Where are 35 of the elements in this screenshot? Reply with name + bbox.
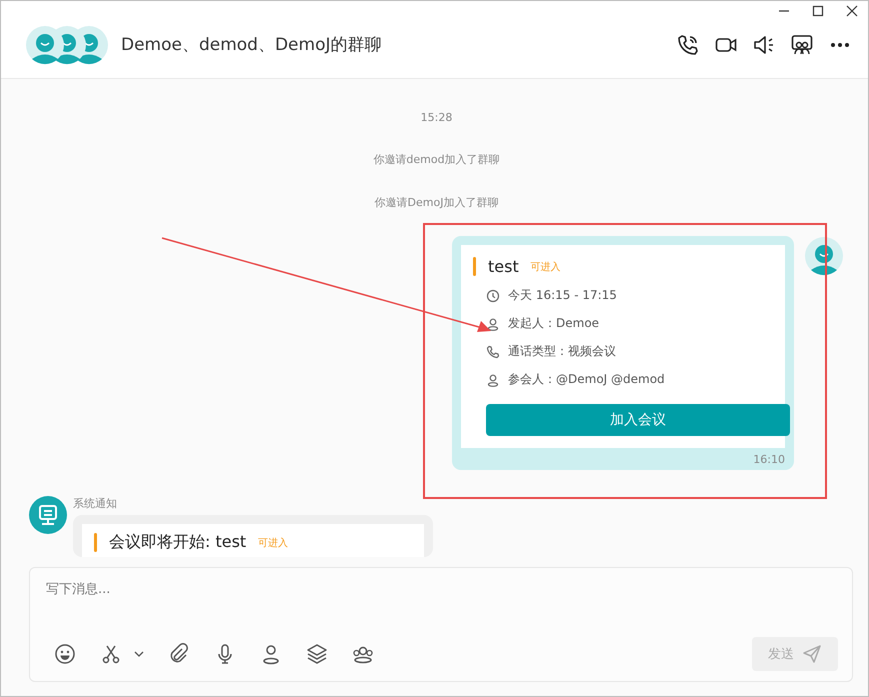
person-icon [486, 316, 500, 330]
system-message: 你邀请DemoJ加入了群聊 [374, 195, 498, 210]
meeting-detail: 通话类型：视频会议 [508, 343, 616, 360]
emoji-icon[interactable] [54, 643, 76, 665]
meeting-status: 可进入 [530, 260, 561, 274]
message-field[interactable]: 写下消息... [46, 578, 346, 601]
accent-bar [473, 257, 476, 276]
meeting-detail: 参会人：@DemoJ @demod [508, 371, 665, 388]
meeting-status: 可进入 [258, 536, 288, 550]
group-avatar-icon [25, 24, 109, 64]
person-icon [486, 372, 500, 386]
avatar-icon [804, 236, 844, 276]
meeting-detail: 今天 16:15 - 17:15 [508, 287, 617, 304]
layers-icon[interactable] [306, 643, 328, 665]
caret-icon[interactable] [134, 651, 144, 657]
join-meeting-button[interactable]: 加入会议 [486, 404, 790, 436]
meeting-title: test [488, 257, 519, 276]
message-time: 16:10 [752, 453, 785, 466]
screen-share-icon[interactable] [790, 32, 814, 56]
notice-title: 会议即将开始: test [109, 532, 246, 553]
clock-icon [486, 288, 500, 302]
maximize-icon[interactable] [812, 5, 824, 17]
meeting-detail: 发起人：Demoe [508, 315, 600, 332]
scissors-icon[interactable] [100, 643, 122, 665]
send-icon [802, 644, 822, 664]
phone-icon [486, 344, 500, 358]
close-icon[interactable] [846, 5, 858, 17]
phone-icon[interactable] [676, 32, 700, 56]
paperclip-icon[interactable] [168, 643, 190, 665]
accent-bar [94, 533, 97, 552]
chat-title: Demoe、demod、DemoJ的群聊 [121, 34, 382, 56]
timestamp: 15:28 [420, 111, 452, 124]
sender-name: 系统通知 [73, 496, 118, 511]
monitor-icon [29, 496, 67, 534]
system-message: 你邀请demod加入了群聊 [373, 152, 500, 167]
